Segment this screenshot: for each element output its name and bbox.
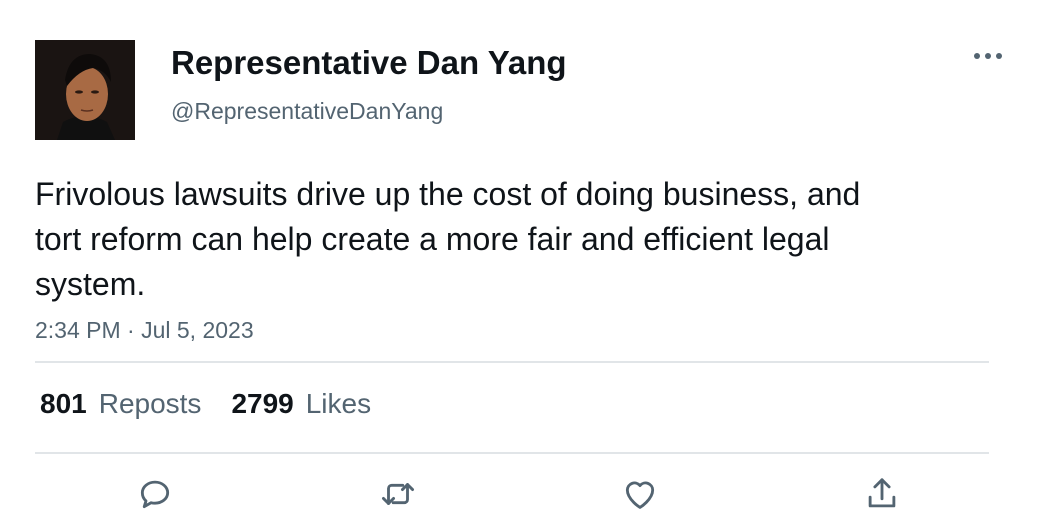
like-button[interactable] xyxy=(618,472,662,516)
divider xyxy=(35,452,989,454)
action-bar xyxy=(0,472,1050,516)
divider xyxy=(35,361,989,363)
speech-bubble-icon xyxy=(140,480,170,509)
more-options-button[interactable] xyxy=(970,42,1006,70)
avatar-photo xyxy=(35,40,135,140)
more-dots-icon xyxy=(974,53,1002,59)
share-button[interactable] xyxy=(860,472,904,516)
tweet-timestamp[interactable]: 2:34 PM · Jul 5, 2023 xyxy=(35,317,254,344)
share-upload-icon xyxy=(868,478,896,508)
engagement-stats: 801 Reposts 2799 Likes xyxy=(40,388,371,420)
likes-label: Likes xyxy=(305,388,372,419)
reply-button[interactable] xyxy=(133,472,177,516)
display-name[interactable]: Representative Dan Yang xyxy=(171,44,567,82)
likes-stat[interactable]: 2799 Likes xyxy=(231,388,371,420)
heart-icon xyxy=(625,481,655,509)
retweet-arrows-icon xyxy=(382,483,414,505)
repost-button[interactable] xyxy=(376,472,420,516)
tweet-text: Frivolous lawsuits drive up the cost of … xyxy=(35,176,861,302)
likes-count: 2799 xyxy=(231,388,294,419)
reposts-label: Reposts xyxy=(98,388,202,419)
reposts-count: 801 xyxy=(40,388,87,419)
user-handle[interactable]: @RepresentativeDanYang xyxy=(171,98,443,125)
reposts-stat[interactable]: 801 Reposts xyxy=(40,388,201,420)
avatar[interactable] xyxy=(35,40,135,140)
tweet-card: Representative Dan Yang @RepresentativeD… xyxy=(0,0,1050,525)
